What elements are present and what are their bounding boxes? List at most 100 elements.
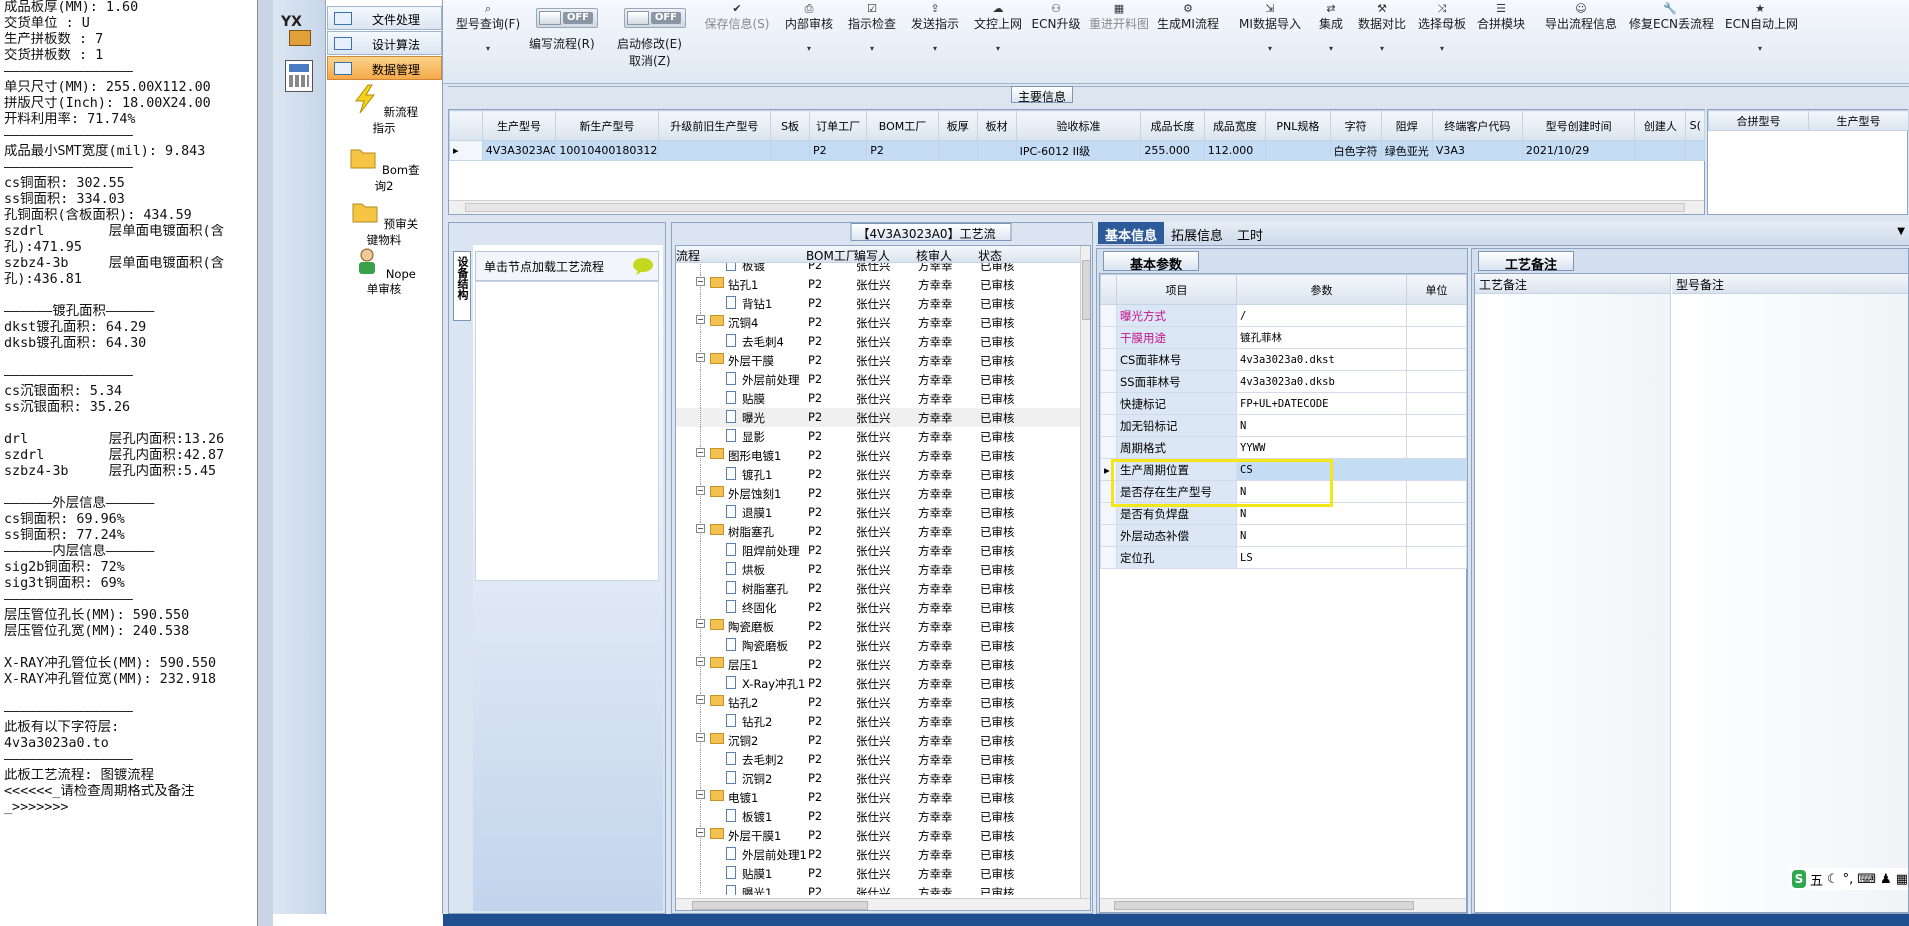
param-unit[interactable] (1406, 414, 1467, 437)
collapse-toggle-icon[interactable]: − (696, 733, 705, 742)
reenter-cutting-button[interactable]: ▦ 重进开料图 (1086, 2, 1152, 32)
param-value[interactable]: LS (1236, 546, 1407, 569)
tree-node[interactable]: − 外层干膜1 P2 张仕兴 方幸幸 已审核 (676, 826, 1080, 845)
table-cell[interactable]: V3A3 (1431, 140, 1523, 161)
tree-node[interactable]: 终固化 P2 张仕兴 方幸幸 已审核 (676, 598, 1080, 617)
table-cell[interactable]: P2 (808, 140, 868, 161)
integrate-button[interactable]: ⇄ 集成 ▾ (1316, 2, 1346, 53)
equipment-vertical-tab[interactable]: 设备结构 (453, 251, 471, 321)
start-modify-toggle[interactable]: OFF (624, 8, 686, 28)
tree-node[interactable]: 板镀1 P2 张仕兴 方幸幸 已审核 (676, 807, 1080, 826)
tree-node[interactable]: − 树脂塞孔 P2 张仕兴 方幸幸 已审核 (676, 522, 1080, 541)
horizontal-scrollbar[interactable] (449, 200, 1704, 214)
bom-query-tool[interactable]: Bom查询2 (348, 142, 420, 194)
param-unit[interactable] (1406, 370, 1467, 393)
param-value[interactable]: 4v3a3023a0.dksb (1236, 370, 1407, 393)
nope-review-tool[interactable]: Nope单审核 (348, 246, 420, 297)
save-info-button[interactable]: ✔ 保存信息(S) (701, 2, 773, 32)
collapse-toggle-icon[interactable]: − (696, 315, 705, 324)
ecn-upgrade-button[interactable]: ⚇ ECN升级 (1031, 2, 1081, 32)
tree-node[interactable]: 烘板 P2 张仕兴 方幸幸 已审核 (676, 560, 1080, 579)
collapse-toggle-icon[interactable]: − (696, 277, 705, 286)
tree-node[interactable]: 钻孔2 P2 张仕兴 方幸幸 已审核 (676, 712, 1080, 731)
param-unit[interactable] (1406, 524, 1467, 547)
new-flow-tool[interactable]: 新流程指示 (348, 84, 420, 136)
table-row[interactable]: 外层动态补偿 N (1100, 524, 1467, 547)
nav-file-processing[interactable]: 文件处理 (327, 6, 442, 30)
column-header[interactable]: 终端客户代码 (1431, 110, 1523, 141)
generate-mi-flow-button[interactable]: ⚙ 生成MI流程 (1156, 2, 1220, 32)
column-header[interactable]: 阻焊 (1380, 110, 1433, 141)
param-value[interactable]: FP+UL+DATECODE (1236, 392, 1407, 415)
table-row[interactable]: 曝光方式 / (1100, 304, 1467, 327)
column-header[interactable]: 状态 (978, 247, 1002, 264)
collapse-toggle-icon[interactable]: − (696, 695, 705, 704)
collapse-toggle-icon[interactable]: − (696, 448, 705, 457)
column-header[interactable]: 成品长度 (1140, 110, 1205, 141)
collapse-toggle-icon[interactable]: − (696, 657, 705, 666)
table-row[interactable]: ▸ 4V3A3023A0 10010400180312 P2 P2 IPC-6012 II… (449, 140, 1705, 161)
tree-node[interactable]: 去毛刺2 P2 张仕兴 方幸幸 已审核 (676, 750, 1080, 769)
tree-node[interactable]: − 外层干膜 P2 张仕兴 方幸幸 已审核 (676, 351, 1080, 370)
horizontal-scrollbar[interactable] (1100, 898, 1466, 912)
table-cell[interactable] (976, 140, 1017, 161)
column-header[interactable]: 型号创建时间 (1521, 110, 1636, 141)
table-row[interactable]: 定位孔 LS (1100, 546, 1467, 569)
instruction-check-button[interactable]: ☑ 指示检查 ▾ (842, 2, 902, 53)
param-value[interactable]: N (1236, 414, 1407, 437)
param-value[interactable]: N (1236, 524, 1407, 547)
tree-node[interactable]: 退膜1 P2 张仕兴 方幸幸 已审核 (676, 503, 1080, 522)
tree-node[interactable]: 曝光1 P2 张仕兴 方幸幸 已审核 (676, 883, 1080, 895)
table-cell[interactable]: 2021/10/29 (1521, 140, 1636, 161)
column-header[interactable]: 参数 (1236, 274, 1407, 305)
column-header[interactable]: 生产型号 (481, 110, 557, 141)
table-cell[interactable]: IPC-6012 II级 (1015, 140, 1142, 161)
tree-node[interactable]: 曝光 P2 张仕兴 方幸幸 已审核 (676, 408, 1080, 427)
column-header[interactable]: 工艺备注 (1475, 274, 1670, 294)
table-cell[interactable]: 112.000 (1203, 140, 1267, 161)
table-cell[interactable]: 绿色亚光 (1380, 140, 1433, 161)
export-flow-info-button[interactable]: ☺ 导出流程信息 (1543, 2, 1619, 32)
column-header[interactable]: 编写人 (854, 247, 890, 264)
mi-data-import-button[interactable]: ⇲ MI数据导入 ▾ (1239, 2, 1301, 53)
tree-node[interactable]: 树脂塞孔 P2 张仕兴 方幸幸 已审核 (676, 579, 1080, 598)
column-header[interactable]: 成品宽度 (1203, 110, 1267, 141)
table-cell[interactable]: 255.000 (1140, 140, 1205, 161)
tree-node[interactable]: − 沉铜4 P2 张仕兴 方幸幸 已审核 (676, 313, 1080, 332)
table-row[interactable]: 干膜用途 镀孔菲林 (1100, 326, 1467, 349)
table-row[interactable]: CS面菲林号 4v3a3023a0.dkst (1100, 348, 1467, 371)
column-header[interactable]: 生产型号 (1808, 110, 1909, 131)
params-subtab[interactable]: 基本参数 (1103, 251, 1199, 273)
tree-node[interactable]: − 沉铜2 P2 张仕兴 方幸幸 已审核 (676, 731, 1080, 750)
column-header[interactable]: 流程 (676, 247, 700, 264)
param-unit[interactable] (1406, 392, 1467, 415)
param-value[interactable]: 镀孔菲林 (1236, 326, 1407, 349)
collapse-toggle-icon[interactable]: − (696, 524, 705, 533)
tree-node[interactable]: 背钻1 P2 张仕兴 方幸幸 已审核 (676, 294, 1080, 313)
ecn-auto-online-button[interactable]: ★ ECN自动上网 ▾ (1725, 2, 1798, 53)
tree-node[interactable]: 去毛刺4 P2 张仕兴 方幸幸 已审核 (676, 332, 1080, 351)
collapse-toggle-icon[interactable]: − (696, 353, 705, 362)
ime-toolbar[interactable]: S 五 ☾ °, ⌨ ♟ ▦ (1790, 868, 1908, 890)
tree-node[interactable]: X-Ray冲孔1 P2 张仕兴 方幸幸 已审核 (676, 674, 1080, 693)
tree-node[interactable]: 阻焊前处理 P2 张仕兴 方幸幸 已审核 (676, 541, 1080, 560)
horizontal-scrollbar[interactable] (676, 898, 1090, 910)
column-header[interactable]: 型号备注 (1672, 274, 1908, 294)
param-unit[interactable] (1406, 546, 1467, 569)
tree-node[interactable]: − 层压1 P2 张仕兴 方幸幸 已审核 (676, 655, 1080, 674)
table-cell[interactable]: 10010400180312 (555, 140, 659, 161)
column-header[interactable]: BOM工厂 (806, 247, 858, 264)
tree-node[interactable]: 贴膜 P2 张仕兴 方幸幸 已审核 (676, 389, 1080, 408)
collapse-toggle-icon[interactable]: − (696, 790, 705, 799)
column-header[interactable]: 字符 (1329, 110, 1382, 141)
param-unit[interactable] (1406, 502, 1467, 525)
collapse-toggle-icon[interactable]: − (696, 619, 705, 628)
table-row[interactable]: 快捷标记 FP+UL+DATECODE (1100, 392, 1467, 415)
tree-node[interactable]: 外层前处理 P2 张仕兴 方幸幸 已审核 (676, 370, 1080, 389)
table-row[interactable]: 加无铅标记 N (1100, 414, 1467, 437)
tab-work-hours[interactable]: 工时 (1230, 222, 1270, 244)
table-cell[interactable]: 4V3A3023A0 (481, 140, 557, 161)
table-cell[interactable]: 白色字符 (1329, 140, 1382, 161)
tree-node[interactable]: − 钻孔1 P2 张仕兴 方幸幸 已审核 (676, 275, 1080, 294)
table-cell[interactable] (1265, 140, 1331, 161)
